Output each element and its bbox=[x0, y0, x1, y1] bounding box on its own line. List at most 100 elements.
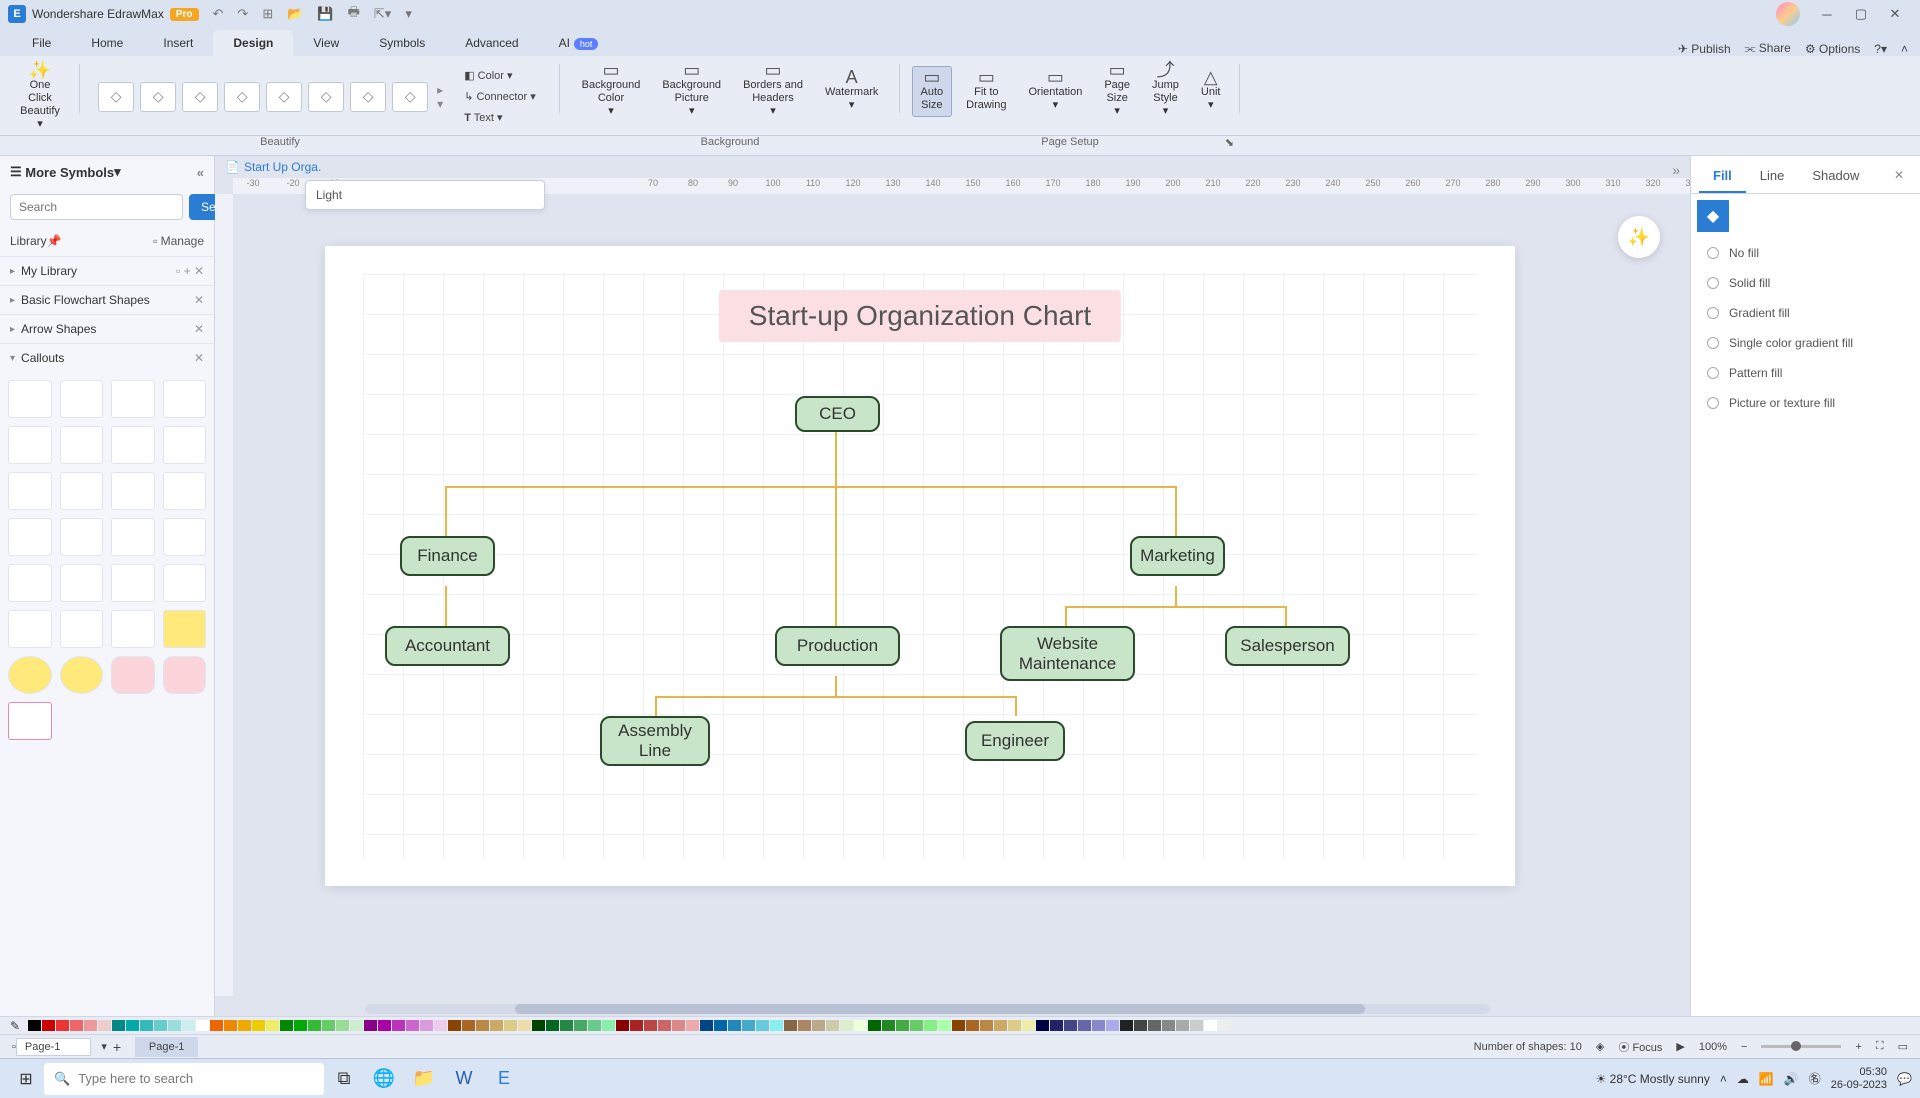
shape-thumb[interactable] bbox=[60, 518, 104, 556]
node-production[interactable]: Production bbox=[775, 626, 900, 666]
shape-thumb[interactable] bbox=[8, 702, 52, 740]
language-icon[interactable]: ㊔ bbox=[1809, 1070, 1821, 1087]
color-swatch[interactable] bbox=[1036, 1020, 1049, 1031]
node-marketing[interactable]: Marketing bbox=[1130, 536, 1225, 576]
shape-thumb[interactable] bbox=[163, 610, 207, 648]
color-swatch[interactable] bbox=[434, 1020, 447, 1031]
color-swatch[interactable] bbox=[1204, 1020, 1217, 1031]
page-selector[interactable]: Page-1 bbox=[16, 1038, 91, 1056]
chart-title[interactable]: Start-up Organization Chart bbox=[719, 290, 1121, 342]
color-swatch[interactable] bbox=[518, 1020, 531, 1031]
color-swatch[interactable] bbox=[896, 1020, 909, 1031]
color-swatch[interactable] bbox=[630, 1020, 643, 1031]
color-swatch[interactable] bbox=[672, 1020, 685, 1031]
notifications-icon[interactable]: 💬 bbox=[1897, 1072, 1912, 1086]
tab-ai[interactable]: AIhot bbox=[539, 30, 619, 56]
watermark-button[interactable]: AWatermark ▾ bbox=[817, 67, 886, 116]
shape-thumb[interactable] bbox=[60, 380, 104, 418]
shape-thumb[interactable] bbox=[60, 426, 104, 464]
weather-widget[interactable]: ☀ 28°C Mostly sunny bbox=[1596, 1072, 1710, 1086]
color-swatch[interactable] bbox=[616, 1020, 629, 1031]
color-swatch[interactable] bbox=[826, 1020, 839, 1031]
fit-drawing-button[interactable]: ▭Fit to Drawing bbox=[958, 67, 1014, 116]
color-swatch[interactable] bbox=[462, 1020, 475, 1031]
focus-button[interactable]: ⦿ Focus bbox=[1618, 1039, 1662, 1055]
color-swatch[interactable] bbox=[266, 1020, 279, 1031]
color-swatch[interactable] bbox=[1134, 1020, 1147, 1031]
shape-thumb[interactable] bbox=[60, 656, 104, 694]
color-swatch[interactable] bbox=[700, 1020, 713, 1031]
color-swatch[interactable] bbox=[1022, 1020, 1035, 1031]
open-icon[interactable]: 📂 bbox=[287, 6, 303, 22]
theme-preset-7[interactable]: ◇ bbox=[350, 82, 386, 112]
tab-fill[interactable]: Fill bbox=[1699, 160, 1746, 193]
color-swatch[interactable] bbox=[1218, 1020, 1231, 1031]
color-swatch[interactable] bbox=[728, 1020, 741, 1031]
color-swatch[interactable] bbox=[1148, 1020, 1161, 1031]
color-swatch[interactable] bbox=[350, 1020, 363, 1031]
color-swatch[interactable] bbox=[98, 1020, 111, 1031]
shape-thumb[interactable] bbox=[8, 380, 52, 418]
node-finance[interactable]: Finance bbox=[400, 536, 495, 576]
cat-arrow[interactable]: ▸Arrow Shapes✕ bbox=[0, 314, 214, 343]
color-swatch[interactable] bbox=[574, 1020, 587, 1031]
search-input[interactable] bbox=[10, 194, 183, 220]
opt-solid-fill[interactable]: Solid fill bbox=[1691, 268, 1920, 298]
start-button[interactable]: ⊞ bbox=[8, 1063, 44, 1095]
color-swatch[interactable] bbox=[980, 1020, 993, 1031]
pagesetup-launcher-icon[interactable]: ⬊ bbox=[1225, 136, 1234, 149]
node-accountant[interactable]: Accountant bbox=[385, 626, 510, 666]
shape-thumb[interactable] bbox=[60, 564, 104, 602]
auto-size-button[interactable]: ▭Auto Size bbox=[912, 66, 953, 117]
shape-thumb[interactable] bbox=[111, 380, 155, 418]
shape-thumb[interactable] bbox=[60, 610, 104, 648]
close-icon[interactable]: ✕ bbox=[1878, 6, 1912, 22]
edrawmax-icon[interactable]: E bbox=[484, 1063, 524, 1095]
color-swatch[interactable] bbox=[280, 1020, 293, 1031]
color-swatch[interactable] bbox=[140, 1020, 153, 1031]
color-swatch[interactable] bbox=[196, 1020, 209, 1031]
color-swatch[interactable] bbox=[1064, 1020, 1077, 1031]
redo-icon[interactable]: ↷ bbox=[237, 6, 248, 22]
add-page-button[interactable]: + bbox=[107, 1039, 127, 1055]
color-swatch[interactable] bbox=[882, 1020, 895, 1031]
shape-thumb[interactable] bbox=[111, 518, 155, 556]
shape-thumb[interactable] bbox=[163, 656, 207, 694]
color-swatch[interactable] bbox=[924, 1020, 937, 1031]
color-swatch[interactable] bbox=[868, 1020, 881, 1031]
shape-thumb[interactable] bbox=[111, 610, 155, 648]
help-icon[interactable]: ?▾ bbox=[1874, 42, 1887, 56]
color-swatch[interactable] bbox=[336, 1020, 349, 1031]
tab-design[interactable]: Design bbox=[213, 30, 293, 56]
color-swatch[interactable] bbox=[252, 1020, 265, 1031]
color-swatch[interactable] bbox=[448, 1020, 461, 1031]
manage-button[interactable]: ▫ Manage bbox=[153, 234, 204, 248]
shape-thumb[interactable] bbox=[163, 426, 207, 464]
color-swatch[interactable] bbox=[70, 1020, 83, 1031]
theme-more-button[interactable]: ▸▾ bbox=[434, 83, 446, 111]
minimize-icon[interactable]: ─ bbox=[1810, 7, 1844, 22]
chevron-down-icon[interactable]: ▾ bbox=[114, 164, 121, 180]
color-swatch[interactable] bbox=[210, 1020, 223, 1031]
color-swatch[interactable] bbox=[1190, 1020, 1203, 1031]
share-button[interactable]: ⫘ Share bbox=[1745, 41, 1791, 56]
edge-icon[interactable]: 🌐 bbox=[364, 1063, 404, 1095]
color-swatch[interactable] bbox=[532, 1020, 545, 1031]
node-website[interactable]: Website Maintenance bbox=[1000, 626, 1135, 681]
color-swatch[interactable] bbox=[126, 1020, 139, 1031]
publish-button[interactable]: ✈ Publish bbox=[1678, 42, 1731, 56]
color-swatch[interactable] bbox=[602, 1020, 615, 1031]
color-swatch[interactable] bbox=[840, 1020, 853, 1031]
cat-callouts[interactable]: ▾Callouts✕ bbox=[0, 343, 214, 372]
opt-gradient-fill[interactable]: Gradient fill bbox=[1691, 298, 1920, 328]
opt-no-fill[interactable]: No fill bbox=[1691, 238, 1920, 268]
theme-preset-5[interactable]: ◇ bbox=[266, 82, 302, 112]
undo-icon[interactable]: ↶ bbox=[213, 6, 224, 22]
color-swatch[interactable] bbox=[1092, 1020, 1105, 1031]
ai-assistant-button[interactable]: ✨ bbox=[1618, 216, 1660, 258]
shape-thumb[interactable] bbox=[8, 610, 52, 648]
color-swatch[interactable] bbox=[238, 1020, 251, 1031]
pin-icon[interactable]: 📌 bbox=[47, 234, 62, 248]
expand-panel-icon[interactable]: » bbox=[1672, 162, 1680, 178]
theme-preset-4[interactable]: ◇ bbox=[224, 82, 260, 112]
